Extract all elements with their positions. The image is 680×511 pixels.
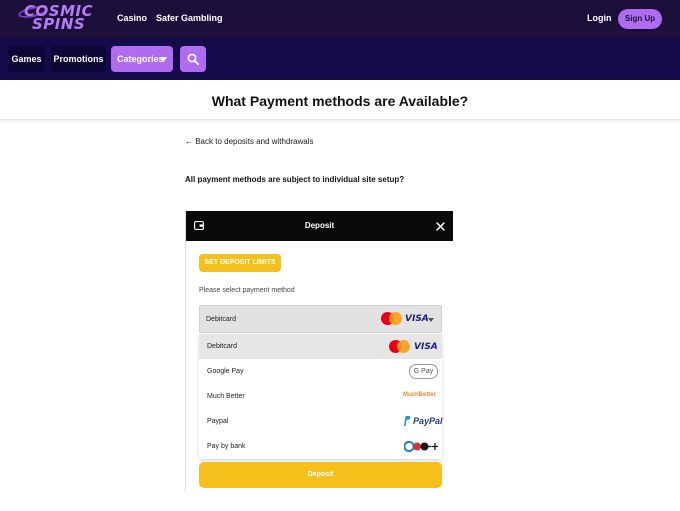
payment-note: All payment methods are subject to indiv… <box>185 175 405 184</box>
login-link[interactable]: Login <box>587 13 612 23</box>
selected-payment-method: Debitcard <box>206 316 236 323</box>
option-google-pay[interactable]: Google Pay G Pay <box>199 359 442 384</box>
close-icon[interactable] <box>436 222 445 231</box>
option-label: Paypal <box>207 418 229 425</box>
visa-icon: VISA <box>405 314 429 324</box>
categories-label: Categories <box>117 54 164 64</box>
deposit-modal: Deposit SET DEPOSIT LIMITS Please select… <box>185 211 453 491</box>
option-debitcard[interactable]: Debitcard VISA <box>199 334 442 359</box>
mastercard-icon <box>381 312 403 326</box>
payment-method-select[interactable]: Debitcard VISA <box>199 305 442 333</box>
option-label: Much Better <box>207 393 245 400</box>
select-label: Please select payment method <box>199 287 295 294</box>
page-title: What Payment methods are Available? <box>211 93 469 109</box>
option-much-better[interactable]: Much Better MuchBetter <box>199 384 442 409</box>
modal-title: Deposit <box>304 221 335 230</box>
promotions-button[interactable]: Promotions <box>51 46 106 72</box>
bank-logos-icon <box>404 440 438 453</box>
caret-down-icon <box>160 57 167 62</box>
nav-link-casino[interactable]: Casino <box>117 13 147 23</box>
cosmic-spins-logo[interactable]: COSMIC SPINS <box>17 3 96 33</box>
paypal-p-icon <box>404 416 411 426</box>
logo-line-2: SPINS <box>32 15 86 33</box>
top-header: COSMIC SPINS Casino Safer Gambling Login… <box>0 0 680 38</box>
deposit-button[interactable]: Deposit <box>199 462 442 488</box>
option-paypal[interactable]: Paypal PayPal <box>199 409 443 434</box>
games-button[interactable]: Games <box>8 46 45 72</box>
sign-up-button[interactable]: Sign Up <box>618 9 662 29</box>
paypal-icon: PayPal <box>413 416 443 426</box>
nav-link-safer-gambling[interactable]: Safer Gambling <box>156 13 223 23</box>
payment-method-list: Debitcard VISA Google Pay G Pay Much Bet… <box>199 334 443 459</box>
back-link[interactable]: ← Back to deposits and withdrawals <box>185 137 314 146</box>
set-deposit-limits-button[interactable]: SET DEPOSIT LIMITS <box>199 254 281 272</box>
search-icon <box>187 53 199 65</box>
category-nav-bar: Games Promotions Categories <box>0 38 680 80</box>
muchbetter-icon: MuchBetter <box>403 392 437 398</box>
modal-header: Deposit <box>186 211 453 241</box>
option-label: Google Pay <box>207 368 244 375</box>
visa-icon: VISA <box>414 342 438 352</box>
option-label: Debitcard <box>207 343 237 350</box>
categories-dropdown[interactable]: Categories <box>111 46 173 72</box>
search-button[interactable] <box>180 46 206 72</box>
option-pay-by-bank[interactable]: Pay by bank <box>199 434 442 459</box>
page-title-bar: What Payment methods are Available? <box>0 80 680 120</box>
mastercard-icon <box>389 340 411 354</box>
google-pay-icon: G Pay <box>409 364 438 379</box>
chevron-down-icon <box>428 318 434 322</box>
option-label: Pay by bank <box>207 443 246 450</box>
